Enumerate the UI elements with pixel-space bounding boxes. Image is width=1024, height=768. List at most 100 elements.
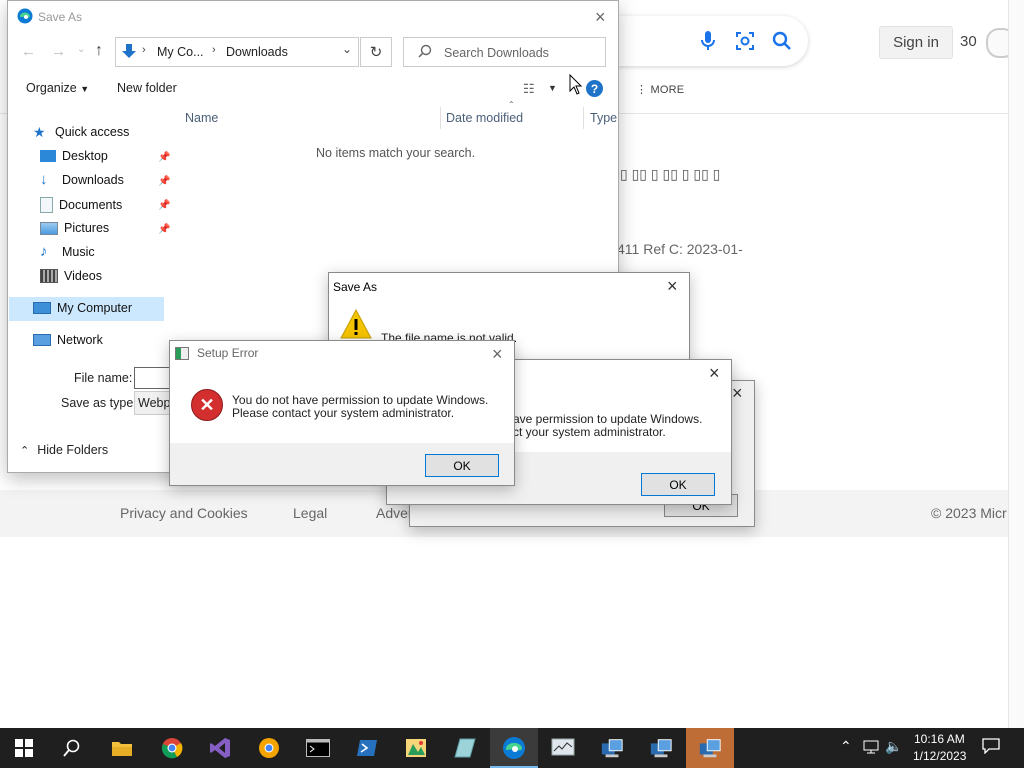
column-divider	[440, 107, 441, 129]
setup-app-icon[interactable]	[649, 736, 673, 760]
setup-app-icon[interactable]	[600, 736, 624, 760]
desktop-icon	[40, 150, 56, 162]
column-date-modified[interactable]: Date modified	[446, 111, 523, 125]
search-input[interactable]: Search Downloads	[444, 46, 549, 60]
save-as-type-label: Save as type:	[61, 396, 137, 410]
error-message-line2: ct your system administrator.	[513, 425, 666, 439]
nav-label: Videos	[64, 269, 102, 283]
visual-search-icon[interactable]	[735, 31, 755, 54]
close-icon[interactable]: ×	[709, 364, 720, 382]
clock-date[interactable]: 1/12/2023	[913, 749, 966, 763]
page-text-snippet: ▯ ▯▯ ▯ ▯▯ ▯ ▯▯ ▯	[620, 166, 721, 182]
chrome-canary-icon[interactable]	[257, 736, 281, 760]
clock-time[interactable]: 10:16 AM	[914, 732, 965, 746]
forward-arrow-icon[interactable]: →	[51, 43, 66, 60]
paint-app-icon[interactable]	[404, 736, 428, 760]
search-icon[interactable]	[60, 736, 84, 760]
back-arrow-icon[interactable]: ←	[21, 43, 36, 60]
nav-desktop[interactable]: Desktop	[40, 149, 108, 163]
refresh-button[interactable]: ↻	[360, 37, 392, 67]
more-menu[interactable]: ⋮ MORE	[636, 83, 684, 96]
nav-quick-access[interactable]: ★ Quick access	[33, 125, 129, 139]
up-arrow-icon[interactable]: ↑	[95, 42, 103, 60]
nav-videos[interactable]: Videos	[40, 269, 102, 283]
volume-icon[interactable]: 🔈	[885, 738, 902, 755]
setup-app-icon[interactable]	[698, 736, 722, 760]
star-icon: ★	[33, 124, 46, 140]
view-options-icon[interactable]: ☷	[523, 81, 535, 97]
edge-icon	[17, 8, 33, 27]
sign-in-button[interactable]: Sign in	[879, 26, 953, 59]
nav-documents[interactable]: Documents	[40, 197, 122, 213]
search-box[interactable]: Search Downloads	[403, 37, 606, 67]
nav-label: Desktop	[62, 149, 108, 163]
chevron-down-icon[interactable]: ▼	[548, 83, 557, 93]
browser-scrollbar[interactable]	[1008, 0, 1024, 728]
terminal-icon[interactable]	[306, 736, 330, 760]
error-message-line1: You do not have permission to update Win…	[232, 393, 489, 407]
notification-icon[interactable]	[982, 738, 1000, 757]
close-icon[interactable]: ×	[492, 345, 503, 363]
chrome-icon[interactable]	[160, 736, 184, 760]
nav-my-computer[interactable]: My Computer	[33, 301, 132, 315]
recent-chevron-icon[interactable]: ⌄	[77, 44, 85, 55]
music-icon: ♪	[40, 243, 48, 260]
hide-folders-button[interactable]: ⌃ Hide Folders	[20, 443, 108, 457]
advertise-link[interactable]: Adver	[376, 505, 413, 521]
downloads-folder-icon	[120, 42, 138, 63]
rewards-points: 30	[960, 33, 977, 50]
pin-icon: 📌	[158, 152, 171, 163]
dialog-title: Save As	[38, 10, 83, 24]
close-icon[interactable]: ×	[732, 384, 743, 402]
nav-label: Pictures	[64, 221, 110, 235]
chevron-up-icon[interactable]: ⌃	[840, 738, 852, 755]
column-divider	[583, 107, 584, 129]
nav-label: Music	[62, 245, 95, 259]
nav-downloads[interactable]: ↓ Downloads	[40, 172, 124, 187]
ok-button[interactable]: OK	[425, 454, 499, 477]
nav-pictures[interactable]: Pictures	[40, 221, 109, 235]
file-explorer-icon[interactable]	[110, 736, 134, 760]
breadcrumb-my-computer[interactable]: My Co...	[157, 45, 204, 59]
windows-start-icon[interactable]	[12, 736, 36, 760]
pin-icon: 📌	[158, 176, 171, 187]
chevron-down-icon: ▼	[80, 84, 90, 94]
warning-icon	[339, 308, 373, 343]
notepad-icon[interactable]	[453, 736, 477, 760]
edge-icon[interactable]	[502, 736, 526, 760]
nav-label: Documents	[59, 198, 123, 212]
chevron-down-icon[interactable]: ⌄	[342, 42, 352, 56]
new-folder-button[interactable]: New folder	[117, 81, 177, 95]
file-name-label: File name:	[74, 371, 133, 385]
breadcrumb-downloads[interactable]: Downloads	[226, 45, 288, 59]
network-icon	[33, 334, 51, 346]
more-label: MORE	[650, 84, 685, 96]
more-dots-icon: ⋮	[636, 84, 651, 96]
column-name[interactable]: Name	[185, 111, 218, 125]
error-message-line2: Please contact your system administrator…	[232, 406, 455, 420]
network-status-icon[interactable]	[862, 739, 880, 758]
visual-studio-icon[interactable]	[208, 736, 232, 760]
close-icon[interactable]: ×	[667, 277, 678, 295]
ok-button[interactable]: OK	[641, 473, 715, 496]
pin-icon: 📌	[158, 200, 171, 211]
organize-label: Organize	[26, 81, 77, 95]
privacy-link[interactable]: Privacy and Cookies	[120, 505, 248, 521]
nav-music[interactable]: ♪ Music	[40, 243, 95, 260]
nav-network[interactable]: Network	[33, 333, 103, 347]
breadcrumb-separator-icon: ›	[142, 44, 146, 56]
powershell-icon[interactable]	[355, 736, 379, 760]
microphone-icon[interactable]	[700, 30, 716, 55]
legal-link[interactable]: Legal	[293, 505, 327, 521]
help-icon[interactable]: ?	[586, 80, 603, 97]
nav-label: Downloads	[62, 173, 124, 187]
close-icon[interactable]: ×	[595, 8, 606, 26]
task-manager-icon[interactable]	[551, 736, 575, 760]
address-bar[interactable]: › My Co... › Downloads ⌄	[115, 37, 359, 67]
column-type[interactable]: Type	[590, 111, 617, 125]
search-icon[interactable]	[772, 31, 792, 54]
search-icon	[418, 44, 432, 61]
setup-app-icon	[175, 347, 189, 360]
organize-button[interactable]: Organize ▼	[26, 81, 89, 95]
dialog-title: Setup Error	[197, 346, 259, 360]
